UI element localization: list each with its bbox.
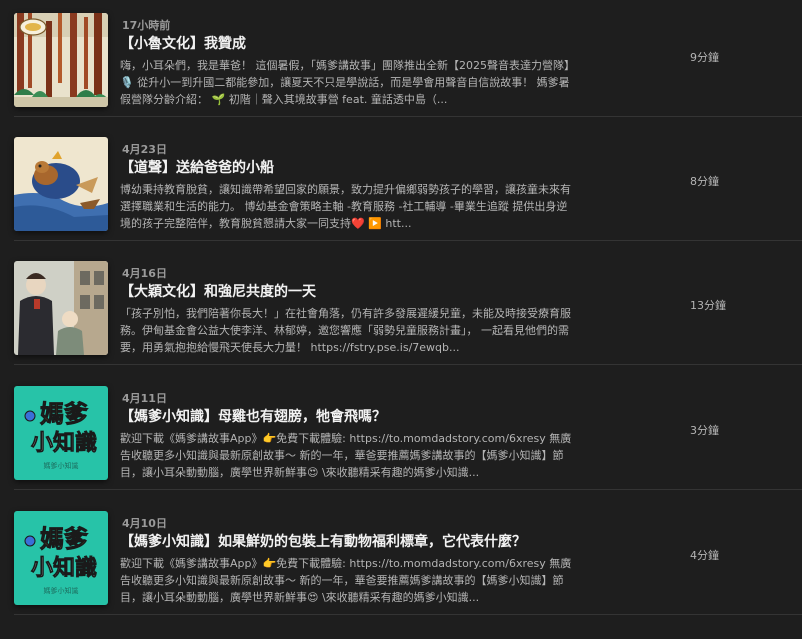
row-divider <box>14 116 802 117</box>
episode-title[interactable]: 【媽爹小知識】如果鮮奶的包裝上有動物福利標章，它代表什麼？ <box>120 531 526 551</box>
row-divider <box>14 489 802 490</box>
episode-title[interactable]: 【大穎文化】和強尼共度的一天 <box>120 281 316 301</box>
episode-duration: 8分鐘 <box>690 175 719 188</box>
episode-date: 4月16日 <box>122 267 167 280</box>
logo-caption-text: 媽爹小知識 <box>44 461 79 470</box>
forest-book-cover-icon <box>14 13 108 107</box>
episode-title[interactable]: 【小魯文化】我贊成 <box>120 33 246 53</box>
episode-duration: 9分鐘 <box>690 51 719 64</box>
episode-description: 嗨，小耳朵們，我是華爸！ 這個暑假，「媽爹講故事」團隊推出全新【2025聲音表達… <box>120 59 575 106</box>
episode-row[interactable]: 17小時前 【小魯文化】我贊成 嗨，小耳朵們，我是華爸！ 這個暑假，「媽爹講故事… <box>0 0 802 117</box>
episode-list: 17小時前 【小魯文化】我贊成 嗨，小耳朵們，我是華爸！ 這個暑假，「媽爹講故事… <box>0 0 802 639</box>
logo-subtitle-text: 小知識 <box>31 555 97 581</box>
episode-description: 「孩子別怕，我們陪著你長大！」在社會角落，仍有許多發展遲緩兒童，未能及時接受療育… <box>120 307 571 354</box>
row-divider <box>14 240 802 241</box>
episode-title[interactable]: 【媽爹小知識】母雞也有翅膀，牠會飛嗎？ <box>120 406 386 426</box>
logo-subtitle-text: 小知識 <box>31 430 97 456</box>
episode-row[interactable]: 4月23日 【道聲】送給爸爸的小船 博幼秉持教育脫貧，讓知識帶希望回家的願景，致… <box>0 124 802 241</box>
episode-row[interactable]: 媽爹 小知識 媽爹小知識 4月10日 【媽爹小知識】如果鮮奶的包裝上有動物福利標… <box>0 498 802 615</box>
logo-title-text: 媽爹 <box>40 525 89 553</box>
episode-row[interactable]: 4月16日 【大穎文化】和強尼共度的一天 「孩子別怕，我們陪著你長大！」在社會角… <box>0 248 802 365</box>
logo-title-text: 媽爹 <box>40 400 89 428</box>
logo-caption-text: 媽爹小知識 <box>44 586 79 595</box>
episode-date: 17小時前 <box>122 19 171 32</box>
momdad-knowledge-logo-icon: 媽爹 小知識 媽爹小知識 <box>14 386 108 480</box>
episode-duration: 3分鐘 <box>690 424 719 437</box>
episode-description: 博幼秉持教育脫貧，讓知識帶希望回家的願景，致力提升偏鄉弱勢孩子的學習，讓孩童未來… <box>120 183 571 230</box>
episode-description: 歡迎下載《媽爹講故事App》👉免費下載體驗: https://to.momdad… <box>120 557 572 604</box>
episode-duration: 13分鐘 <box>690 299 726 312</box>
episode-date: 4月23日 <box>122 143 167 156</box>
row-divider <box>14 364 802 365</box>
episode-title[interactable]: 【道聲】送給爸爸的小船 <box>120 157 274 177</box>
beaver-boat-cover-icon <box>14 137 108 231</box>
episode-description: 歡迎下載《媽爹講故事App》👉免費下載體驗: https://to.momdad… <box>120 432 572 479</box>
momdad-knowledge-logo-icon: 媽爹 小知識 媽爹小知識 <box>14 511 108 605</box>
episode-duration: 4分鐘 <box>690 549 719 562</box>
episode-row[interactable]: 媽爹 小知識 媽爹小知識 4月11日 【媽爹小知識】母雞也有翅膀，牠會飛嗎？ 歡… <box>0 373 802 490</box>
episode-date: 4月10日 <box>122 517 167 530</box>
episode-date: 4月11日 <box>122 392 167 405</box>
city-people-cover-icon <box>14 261 108 355</box>
row-divider <box>14 614 802 615</box>
